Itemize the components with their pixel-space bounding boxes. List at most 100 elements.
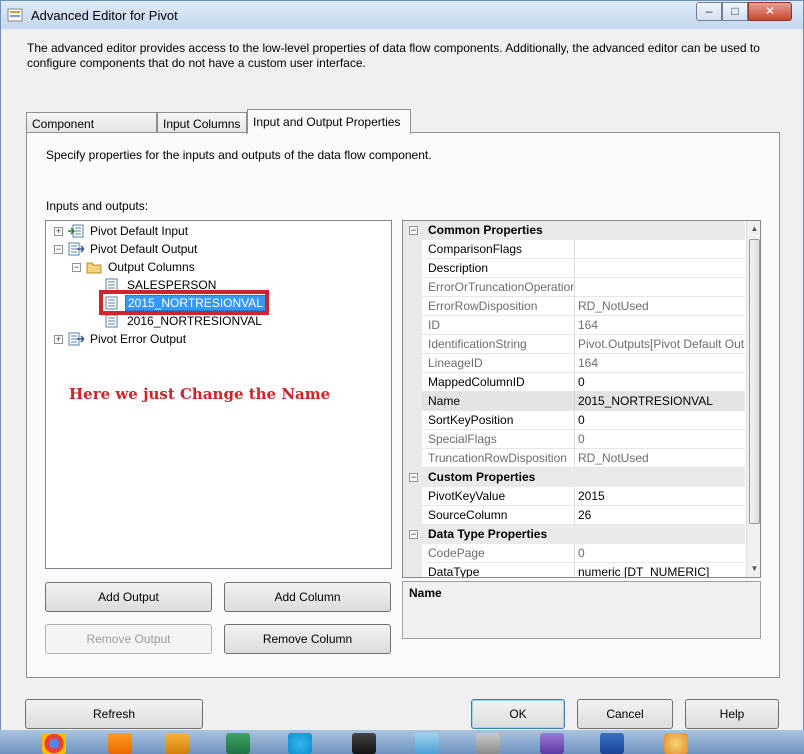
- property-value[interactable]: 0: [575, 411, 745, 430]
- property-value[interactable]: [575, 259, 745, 278]
- tab-input-and-output-properties[interactable]: Input and Output Properties: [247, 109, 411, 134]
- ok-button[interactable]: OK: [471, 699, 565, 729]
- collapse-icon[interactable]: −: [409, 530, 418, 539]
- property-row[interactable]: SortKeyPosition 0: [403, 411, 745, 430]
- property-value: 164: [575, 316, 745, 335]
- property-row[interactable]: SpecialFlags 0: [403, 430, 745, 449]
- property-row[interactable]: ID 164: [403, 316, 745, 335]
- property-name: Description: [422, 259, 575, 278]
- row-gutter: [403, 335, 422, 354]
- scroll-thumb[interactable]: [749, 239, 760, 524]
- property-value[interactable]: 0: [575, 373, 745, 392]
- collapse-icon[interactable]: −: [409, 226, 418, 235]
- button-label: Remove Column: [262, 632, 353, 646]
- title-bar[interactable]: Advanced Editor for Pivot – □ ✕: [1, 1, 803, 29]
- help-button[interactable]: Help: [685, 699, 779, 729]
- expand-icon[interactable]: +: [54, 227, 63, 236]
- property-row[interactable]: CodePage 0: [403, 544, 745, 563]
- button-label: Add Output: [98, 590, 159, 604]
- panel-description: Specify properties for the inputs and ou…: [46, 148, 432, 162]
- property-value[interactable]: 2015: [575, 487, 745, 506]
- property-name: ID: [422, 316, 575, 335]
- properties-grid[interactable]: − Common Properties ComparisonFlags Descrip…: [402, 220, 761, 578]
- property-row[interactable]: SourceColumn 26: [403, 506, 745, 525]
- tree-node-label: Output Columns: [108, 260, 195, 274]
- excel-icon[interactable]: [226, 733, 250, 754]
- button-label: OK: [509, 707, 527, 721]
- property-value[interactable]: numeric [DT_NUMERIC]: [575, 563, 745, 577]
- tab-component-properties[interactable]: Component Properties: [26, 112, 157, 145]
- property-row[interactable]: ComparisonFlags: [403, 240, 745, 259]
- scroll-down-icon[interactable]: ▼: [747, 561, 760, 577]
- add-column-button[interactable]: Add Column: [224, 582, 391, 612]
- property-value: Pivot.Outputs[Pivot Default Output]: [575, 335, 745, 354]
- property-row[interactable]: TruncationRowDisposition RD_NotUsed: [403, 449, 745, 468]
- minimize-button[interactable]: –: [696, 2, 722, 21]
- property-row[interactable]: Name 2015_NORTRESIONVAL: [403, 392, 745, 411]
- row-gutter: [403, 544, 422, 563]
- add-output-button[interactable]: Add Output: [45, 582, 212, 612]
- property-row[interactable]: PivotKeyValue 2015: [403, 487, 745, 506]
- button-label: Remove Output: [86, 632, 171, 646]
- row-gutter: [403, 449, 422, 468]
- close-button[interactable]: ✕: [748, 2, 792, 21]
- button-label: Cancel: [606, 707, 644, 721]
- collapse-icon[interactable]: −: [54, 245, 63, 254]
- property-row[interactable]: IdentificationString Pivot.Outputs[Pivot …: [403, 335, 745, 354]
- expand-icon[interactable]: +: [54, 335, 63, 344]
- collapse-icon[interactable]: −: [409, 473, 418, 482]
- refresh-button[interactable]: Refresh: [25, 699, 203, 729]
- remove-output-button[interactable]: Remove Output: [45, 624, 212, 654]
- skype-icon[interactable]: [288, 733, 312, 754]
- row-gutter: [403, 506, 422, 525]
- property-value[interactable]: [575, 240, 745, 259]
- intro-text: The advanced editor provides access to t…: [27, 41, 760, 70]
- property-category[interactable]: − Custom Properties: [403, 468, 745, 487]
- ssis-icon[interactable]: [476, 733, 500, 754]
- property-row[interactable]: MappedColumnID 0: [403, 373, 745, 392]
- column-icon: [105, 314, 118, 328]
- property-name: IdentificationString: [422, 335, 575, 354]
- vlc-icon[interactable]: [108, 733, 132, 754]
- property-value: RD_NotUsed: [575, 297, 745, 316]
- close-icon: ✕: [764, 4, 776, 18]
- window-title: Advanced Editor for Pivot: [31, 8, 178, 23]
- collapse-icon[interactable]: −: [72, 263, 81, 272]
- property-value[interactable]: 2015_NORTRESIONVAL: [575, 392, 745, 411]
- category-label: Data Type Properties: [428, 527, 548, 541]
- property-name: MappedColumnID: [422, 373, 575, 392]
- grid-scrollbar[interactable]: ▲ ▼: [746, 221, 760, 577]
- maximize-icon: □: [731, 4, 739, 18]
- scroll-up-icon[interactable]: ▲: [747, 221, 760, 237]
- tab-input-columns[interactable]: Input Columns: [157, 112, 247, 134]
- chrome-icon[interactable]: [42, 733, 66, 754]
- category-label: Custom Properties: [428, 470, 536, 484]
- annotation-text: Here we just Change the Name: [69, 385, 331, 403]
- notepad-icon[interactable]: [415, 733, 439, 754]
- tab-label: Input Columns: [163, 117, 241, 131]
- visual-studio-icon[interactable]: [352, 733, 376, 754]
- property-row[interactable]: ErrorOrTruncationOperation: [403, 278, 745, 297]
- paint-icon[interactable]: [664, 733, 688, 754]
- taskbar: [0, 730, 804, 754]
- word-icon[interactable]: [600, 733, 624, 754]
- maximize-button[interactable]: □: [722, 2, 748, 21]
- property-row[interactable]: Description: [403, 259, 745, 278]
- media-player-icon[interactable]: [165, 733, 189, 754]
- tree-node-label: Pivot Error Output: [90, 332, 187, 346]
- property-name: SortKeyPosition: [422, 411, 575, 430]
- property-row[interactable]: DataType numeric [DT_NUMERIC]: [403, 563, 745, 577]
- property-row[interactable]: LineageID 164: [403, 354, 745, 373]
- property-category[interactable]: − Common Properties: [403, 221, 745, 240]
- property-value: 164: [575, 354, 745, 373]
- remove-column-button[interactable]: Remove Column: [224, 624, 391, 654]
- property-category[interactable]: − Data Type Properties: [403, 525, 745, 544]
- row-gutter: [403, 259, 422, 278]
- property-row[interactable]: ErrorRowDisposition RD_NotUsed: [403, 297, 745, 316]
- property-name: TruncationRowDisposition: [422, 449, 575, 468]
- tree-node-label: Pivot Default Output: [90, 242, 198, 256]
- property-value[interactable]: 26: [575, 506, 745, 525]
- output-icon: [68, 242, 84, 256]
- vs-project-icon[interactable]: [540, 733, 564, 754]
- cancel-button[interactable]: Cancel: [577, 699, 673, 729]
